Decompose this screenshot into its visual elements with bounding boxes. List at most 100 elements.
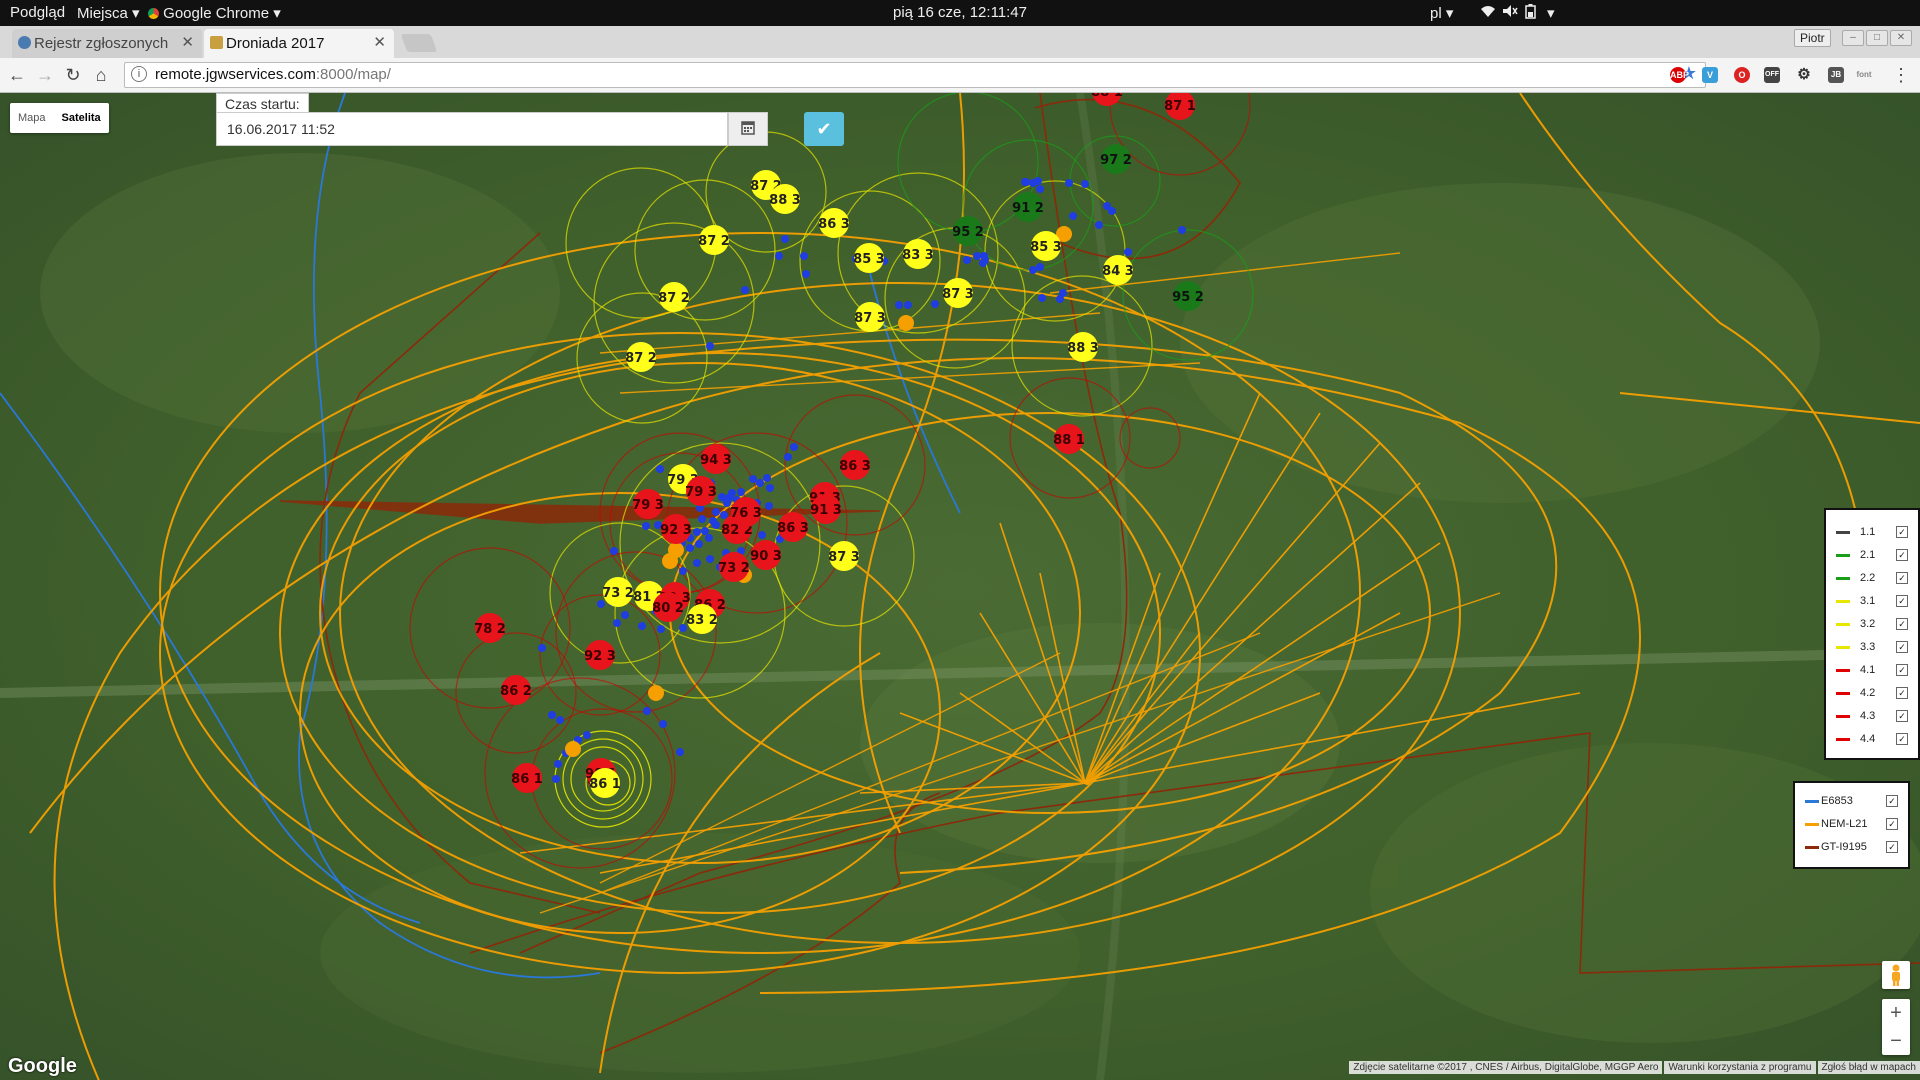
zoom-out-button[interactable]: − — [1882, 1027, 1910, 1055]
opera-extension-icon[interactable]: O — [1734, 67, 1750, 83]
tab-droniada[interactable]: Droniada 2017 ✕ — [204, 29, 394, 58]
legend-swatch — [1805, 846, 1819, 849]
legend-checkbox[interactable]: ✓ — [1896, 595, 1908, 607]
legend-row: E6853 ✓ — [1795, 791, 1908, 811]
marker-label: 92 3 — [584, 649, 616, 664]
legend-label: GT-I9195 — [1821, 841, 1867, 853]
terms-link[interactable]: Warunki korzystania z programu — [1664, 1061, 1816, 1074]
battery-icon[interactable] — [1525, 4, 1537, 23]
marker-label: 88 3 — [1067, 341, 1099, 356]
legend-row: 3.1 ✓ — [1826, 591, 1918, 611]
legend-checkbox[interactable]: ✓ — [1896, 526, 1908, 538]
chrome-menu-icon[interactable]: ⋮ — [1890, 64, 1912, 86]
legend-swatch — [1836, 623, 1850, 626]
marker-label: 86 2 — [500, 684, 532, 699]
tab-rejestr[interactable]: Rejestr zgłoszonych ✕ — [12, 29, 202, 58]
close-window-button[interactable]: ✕ — [1890, 30, 1912, 46]
home-icon[interactable]: ⌂ — [90, 64, 112, 86]
new-tab-button[interactable] — [400, 34, 438, 52]
start-time-input[interactable]: 16.06.2017 11:52 — [216, 112, 728, 146]
clock[interactable]: pią 16 cze, 12:11:47 — [0, 4, 1920, 21]
system-top-bar: Podgląd Miejsca ▾ Google Chrome ▾ pią 16… — [0, 0, 1920, 26]
legend-checkbox[interactable]: ✓ — [1896, 710, 1908, 722]
marker-label: 84 3 — [1102, 264, 1134, 279]
marker-label: 83 2 — [686, 613, 718, 628]
legend-checkbox[interactable]: ✓ — [1896, 641, 1908, 653]
minimize-button[interactable]: – — [1842, 30, 1864, 46]
jb-extension-icon[interactable]: JB — [1828, 67, 1844, 83]
legend-swatch — [1805, 800, 1819, 803]
google-logo: Google — [8, 1055, 77, 1077]
adblock-icon[interactable]: ABP — [1670, 67, 1689, 83]
marker-label: 78 2 — [474, 622, 506, 637]
legend-checkbox[interactable]: ✓ — [1896, 733, 1908, 745]
language-indicator[interactable]: pl ▾ — [1430, 4, 1453, 22]
marker-label: 87 2 — [658, 291, 690, 306]
map-type-satelita[interactable]: Satelita — [54, 103, 109, 133]
report-error-link[interactable]: Zgłoś błąd w mapach — [1817, 1061, 1920, 1074]
legend-checkbox[interactable]: ✓ — [1886, 818, 1898, 830]
target-type-legend: 1.1 ✓ 2.1 ✓ 2.2 ✓ 3.1 ✓ 3.2 ✓ 3.3 ✓ 4.1 ✓ 4.2 ✓ 4.3 ✓ 4.4 ✓ — [1824, 508, 1920, 760]
close-icon[interactable]: ✕ — [181, 33, 194, 51]
url-path: :8000/map/ — [315, 66, 391, 83]
gear-icon[interactable]: ⚙ — [1796, 67, 1812, 83]
volume-icon[interactable] — [1502, 4, 1518, 22]
map-type-mapa[interactable]: Mapa — [10, 103, 54, 133]
marker-label: 90 3 — [750, 549, 782, 564]
wifi-icon[interactable] — [1480, 4, 1496, 22]
legend-label: 2.2 — [1860, 572, 1876, 584]
legend-checkbox[interactable]: ✓ — [1896, 664, 1908, 676]
calendar-button[interactable] — [728, 112, 768, 146]
map-page: 88 1 87 1 97 2 91 2 95 2 95 2 87 2 88 3 86 3 87 2… — [0, 93, 1920, 1080]
pegman-icon — [1892, 964, 1900, 986]
street-view-pegman[interactable] — [1882, 961, 1910, 989]
forward-icon[interactable]: → — [34, 64, 56, 86]
marker-label: 87 1 — [1164, 99, 1196, 114]
off-extension-icon[interactable]: OFF — [1764, 67, 1780, 83]
legend-label: 4.2 — [1860, 687, 1876, 699]
address-bar[interactable]: i remote.jgwservices.com:8000/map/ ★ — [124, 62, 1706, 88]
legend-row: 4.3 ✓ — [1826, 706, 1918, 726]
system-menu-chevron-icon[interactable]: ▾ — [1547, 4, 1555, 22]
marker-label: 86 3 — [818, 217, 850, 232]
legend-swatch — [1836, 554, 1850, 557]
marker-label: 73 2 — [718, 561, 750, 576]
marker-label: 92 3 — [660, 523, 692, 538]
satellite-map[interactable]: 88 1 87 1 97 2 91 2 95 2 95 2 87 2 88 3 86 3 87 2… — [0, 93, 1920, 1080]
calendar-icon — [741, 121, 755, 135]
legend-label: 3.3 — [1860, 641, 1876, 653]
marker-label: 85 3 — [1030, 240, 1062, 255]
url-host: remote.jgwservices.com — [155, 66, 316, 83]
marker-label: 86 1 — [589, 777, 621, 792]
profile-button[interactable]: Piotr — [1794, 29, 1831, 47]
browser-toolbar: ← → ↻ ⌂ i remote.jgwservices.com:8000/ma… — [0, 58, 1920, 93]
confirm-button[interactable]: ✔ — [804, 112, 844, 146]
font-extension-icon[interactable]: font — [1856, 67, 1872, 83]
legend-checkbox[interactable]: ✓ — [1886, 795, 1898, 807]
zoom-in-button[interactable]: + — [1882, 999, 1910, 1027]
legend-checkbox[interactable]: ✓ — [1896, 572, 1908, 584]
tab-title: Rejestr zgłoszonych — [34, 35, 169, 52]
legend-checkbox[interactable]: ✓ — [1896, 618, 1908, 630]
reload-icon[interactable]: ↻ — [62, 64, 84, 86]
marker-label: 94 3 — [700, 453, 732, 468]
map-type-control: Mapa Satelita — [10, 103, 109, 133]
legend-row: 2.1 ✓ — [1826, 545, 1918, 565]
tab-title: Droniada 2017 — [226, 35, 325, 52]
legend-row: 3.3 ✓ — [1826, 637, 1918, 657]
legend-checkbox[interactable]: ✓ — [1896, 549, 1908, 561]
close-icon[interactable]: ✕ — [373, 33, 386, 51]
maximize-button[interactable]: □ — [1866, 30, 1888, 46]
legend-swatch — [1836, 738, 1850, 741]
info-icon[interactable]: i — [131, 66, 147, 82]
legend-checkbox[interactable]: ✓ — [1896, 687, 1908, 699]
legend-label: 1.1 — [1860, 526, 1876, 538]
legend-swatch — [1836, 669, 1850, 672]
back-icon[interactable]: ← — [6, 64, 28, 86]
marker-label: 87 3 — [828, 550, 860, 565]
legend-checkbox[interactable]: ✓ — [1886, 841, 1898, 853]
marker-label: 86 3 — [777, 521, 809, 536]
vimeo-extension-icon[interactable]: V — [1702, 67, 1718, 83]
marker-label: 86 3 — [839, 459, 871, 474]
legend-label: 3.2 — [1860, 618, 1876, 630]
